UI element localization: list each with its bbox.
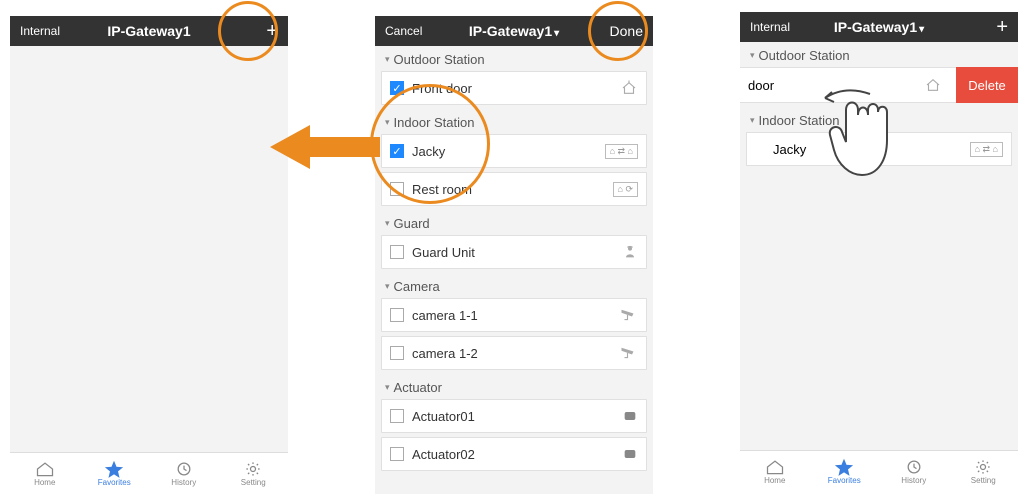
swipe-row[interactable]: door Delete [740, 67, 1018, 103]
checkbox[interactable] [390, 245, 404, 259]
nav-title: IP-Gateway1 [80, 23, 218, 39]
section-camera[interactable]: ▾Camera [375, 273, 653, 298]
tab-home[interactable]: Home [740, 451, 810, 492]
section-actuator[interactable]: ▾Actuator [375, 374, 653, 399]
section-indoor[interactable]: ▾Indoor Station [375, 109, 653, 134]
section-outdoor[interactable]: ▾Outdoor Station [375, 46, 653, 71]
checkbox[interactable] [390, 409, 404, 423]
list-item[interactable]: camera 1-2 [381, 336, 647, 370]
house-icon [924, 77, 942, 93]
list-item[interactable]: ✓ Front door [381, 71, 647, 105]
tab-history[interactable]: History [879, 451, 949, 492]
list-item[interactable]: Rest room ⌂ ⟳ [381, 172, 647, 206]
device-list: ▾Outdoor Station ✓ Front door ▾Indoor St… [375, 46, 653, 494]
tab-setting[interactable]: Setting [949, 451, 1019, 492]
list-item[interactable]: Guard Unit [381, 235, 647, 269]
nav-left[interactable]: Internal [750, 20, 810, 34]
checkbox[interactable] [390, 308, 404, 322]
house-link-icon: ⌂ ⇄ ⌂ [605, 144, 638, 159]
triangle-icon: ▾ [385, 382, 390, 393]
guard-icon [622, 244, 638, 260]
annotation-arrow [270, 125, 380, 169]
list-item[interactable]: Jacky ⌂ ⇄ ⌂ [746, 132, 1012, 166]
plus-icon: + [266, 20, 278, 42]
tab-home[interactable]: Home [10, 453, 80, 494]
camera-icon [620, 308, 638, 322]
nav-bar: Internal IP-Gateway1 + [10, 16, 288, 46]
triangle-icon: ▾ [750, 50, 755, 61]
add-button[interactable]: + [218, 21, 278, 41]
section-indoor[interactable]: ▾Indoor Station [740, 107, 1018, 132]
tab-bar: Home Favorites History Setting [10, 452, 288, 494]
list-item[interactable]: camera 1-1 [381, 298, 647, 332]
cancel-button[interactable]: Cancel [385, 24, 445, 38]
actuator-icon [622, 409, 638, 423]
triangle-icon: ▾ [385, 54, 390, 65]
list-item[interactable]: Actuator02 [381, 437, 647, 471]
favorites-list: ▾Outdoor Station door Delete ▾Indoor Sta… [740, 42, 1018, 450]
triangle-icon: ▾ [385, 117, 390, 128]
plus-icon: + [996, 16, 1008, 38]
checkbox[interactable] [390, 346, 404, 360]
chevron-down-icon: ▾ [554, 28, 559, 39]
tab-setting[interactable]: Setting [219, 453, 289, 494]
house-icon [620, 80, 638, 96]
house-link-icon: ⌂ ⇄ ⌂ [970, 142, 1003, 157]
delete-button[interactable]: Delete [956, 67, 1018, 103]
triangle-icon: ▾ [750, 115, 755, 126]
tab-history[interactable]: History [149, 453, 219, 494]
empty-favorites [10, 46, 288, 452]
nav-left[interactable]: Internal [20, 24, 80, 38]
tab-favorites[interactable]: Favorites [80, 453, 150, 494]
camera-icon [620, 346, 638, 360]
checkbox[interactable] [390, 182, 404, 196]
list-item[interactable]: ✓ Jacky ⌂ ⇄ ⌂ [381, 134, 647, 168]
list-item[interactable]: Actuator01 [381, 399, 647, 433]
tab-favorites[interactable]: Favorites [810, 451, 880, 492]
done-button[interactable]: Done [583, 23, 643, 39]
chevron-down-icon: ▾ [919, 24, 924, 35]
checkbox[interactable]: ✓ [390, 144, 404, 158]
triangle-icon: ▾ [385, 218, 390, 229]
nav-title-dropdown[interactable]: IP-Gateway1▾ [810, 19, 948, 35]
checkbox[interactable]: ✓ [390, 81, 404, 95]
checkbox[interactable] [390, 447, 404, 461]
actuator-icon [622, 447, 638, 461]
tab-bar: Home Favorites History Setting [740, 450, 1018, 492]
section-outdoor[interactable]: ▾Outdoor Station [740, 42, 1018, 67]
section-guard[interactable]: ▾Guard [375, 210, 653, 235]
add-button[interactable]: + [948, 17, 1008, 37]
house-refresh-icon: ⌂ ⟳ [613, 182, 638, 197]
nav-title-dropdown[interactable]: IP-Gateway1▾ [445, 23, 583, 39]
triangle-icon: ▾ [385, 281, 390, 292]
nav-bar: Internal IP-Gateway1▾ + [740, 12, 1018, 42]
nav-bar: Cancel IP-Gateway1▾ Done [375, 16, 653, 46]
